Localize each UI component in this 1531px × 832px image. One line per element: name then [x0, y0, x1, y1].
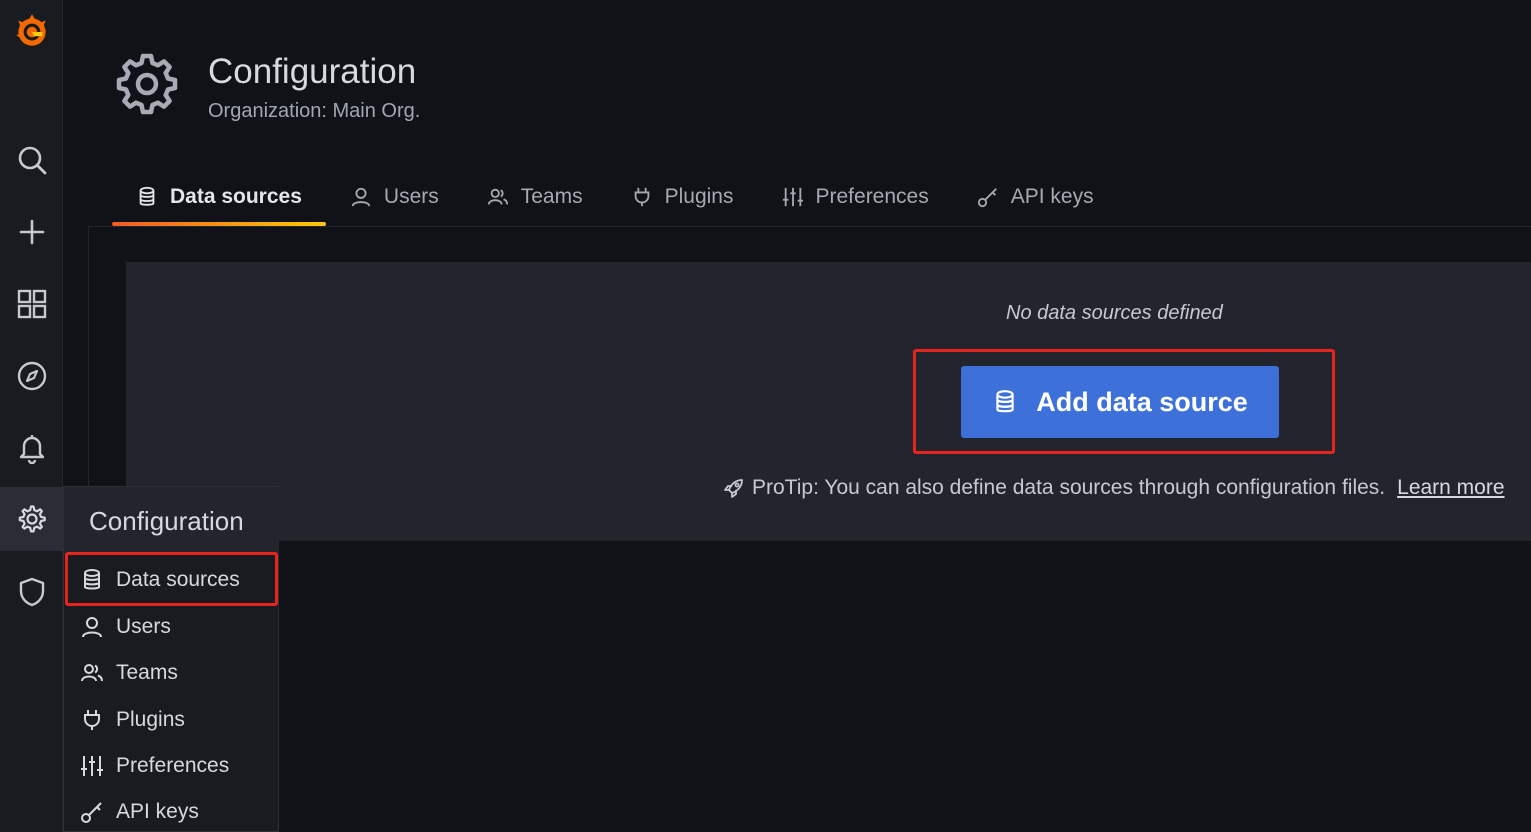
search-icon: [18, 146, 46, 175]
sidebar-item-configuration[interactable]: [0, 487, 63, 551]
tab-label: Preferences: [815, 185, 929, 208]
sidebar: [0, 0, 63, 832]
rocket-icon: [724, 479, 743, 498]
database-icon: [139, 186, 155, 206]
tab-data-sources[interactable]: Data sources: [112, 168, 326, 226]
key-icon: [977, 188, 997, 208]
tab-label: Users: [383, 185, 439, 208]
protip: ProTip: You can also define data sources…: [722, 476, 1505, 500]
sidebar-item-create[interactable]: [0, 200, 63, 264]
plus-icon: [19, 219, 44, 245]
plug-icon: [634, 187, 649, 207]
sidebar-item-dashboards[interactable]: [0, 272, 63, 336]
configuration-flyout-menu: Configuration Data sources Users Teams P…: [63, 486, 279, 832]
learn-more-link[interactable]: Learn more: [1397, 476, 1504, 500]
key-icon: [81, 802, 102, 823]
page-subtitle: Organization: Main Org.: [208, 100, 421, 122]
sidebar-item-explore[interactable]: [0, 344, 63, 408]
flyout-item-users[interactable]: Users: [64, 604, 278, 650]
flyout-item-api-keys[interactable]: API keys: [64, 789, 278, 832]
tab-label: Plugins: [664, 185, 734, 208]
apps-icon: [17, 289, 46, 319]
flyout-item-label: Preferences: [116, 754, 230, 777]
flyout-item-plugins[interactable]: Plugins: [64, 697, 278, 743]
plug-icon: [84, 710, 100, 730]
flyout-item-teams[interactable]: Teams: [64, 650, 278, 696]
page-title: Configuration: [208, 52, 417, 91]
flyout-title[interactable]: Configuration: [64, 487, 279, 555]
protip-text: ProTip: You can also define data sources…: [752, 476, 1386, 499]
user-icon: [351, 187, 371, 207]
sidebar-item-alerting[interactable]: [0, 416, 63, 480]
flyout-item-preferences[interactable]: Preferences: [64, 743, 278, 789]
gear-icon: [18, 505, 46, 533]
tab-users[interactable]: Users: [326, 168, 463, 226]
sliders-icon: [81, 756, 103, 776]
tab-api-keys[interactable]: API keys: [953, 168, 1118, 226]
tab-label: Data sources: [170, 185, 302, 208]
users-icon: [81, 664, 103, 682]
sidebar-item-server-admin[interactable]: [0, 560, 63, 624]
page-header: Configuration Organization: Main Org. Da…: [63, 0, 1531, 226]
tab-preferences[interactable]: Preferences: [758, 168, 953, 226]
sidebar-item-search[interactable]: [0, 128, 63, 192]
users-icon: [487, 188, 508, 205]
grafana-logo-icon: [15, 14, 46, 46]
compass-icon: [17, 361, 46, 391]
flyout-item-label: Users: [116, 615, 171, 638]
flyout-item-label: API keys: [116, 800, 199, 823]
gear-icon: [116, 53, 178, 115]
tab-plugins[interactable]: Plugins: [607, 168, 758, 226]
sliders-icon: [782, 187, 803, 207]
highlight-box-add-button: [913, 349, 1335, 454]
flyout-item-label: Teams: [116, 661, 178, 684]
bell-icon: [19, 435, 44, 464]
user-icon: [82, 617, 102, 638]
grafana-logo[interactable]: [0, 0, 63, 62]
empty-list-title: No data sources defined: [1006, 302, 1223, 324]
shield-icon: [19, 577, 44, 607]
tab-label: Teams: [520, 185, 583, 208]
tab-bar: Data sources Users Teams Plugins Prefere…: [112, 168, 1118, 226]
tab-label: API keys: [1010, 185, 1094, 208]
flyout-item-label: Plugins: [116, 708, 185, 731]
tab-teams[interactable]: Teams: [463, 168, 607, 226]
highlight-box-data-sources-item: [65, 552, 278, 606]
